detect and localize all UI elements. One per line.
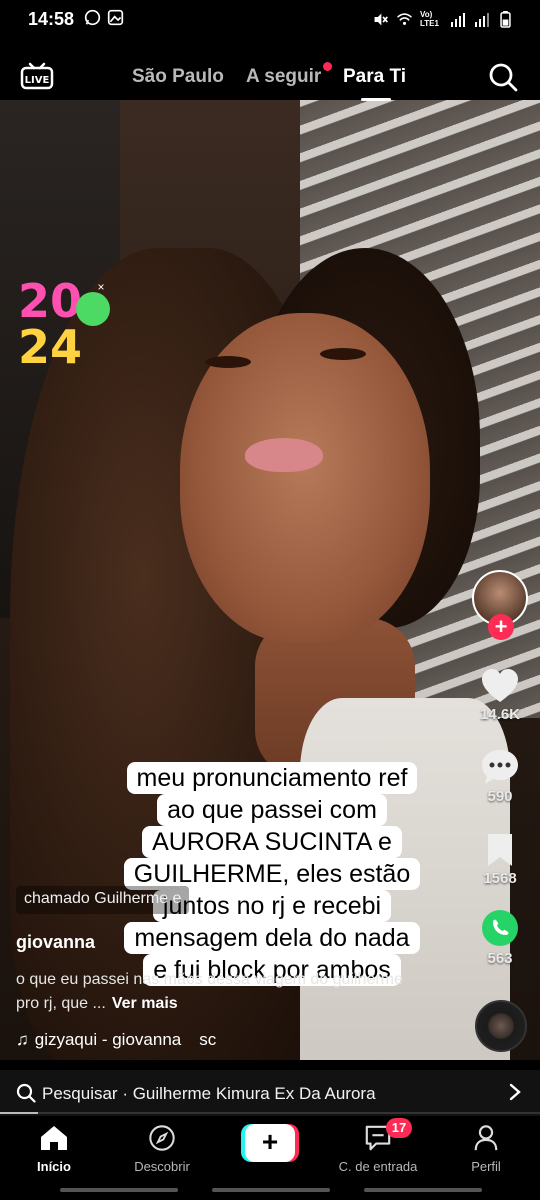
tab-for-you[interactable]: Para Ti [343,66,406,88]
nav-discover[interactable]: Descobrir [108,1124,216,1174]
tab-following[interactable]: A seguir [246,66,321,88]
whatsapp-share-icon [482,910,518,946]
status-right-icons: Vo) LTE1 [372,10,514,28]
save-action[interactable]: 1568 [460,832,540,887]
signal-icon [473,11,490,28]
music-note-icon: ♫ [16,1030,29,1049]
share-action[interactable]: 563 [460,908,540,967]
video-progress-bar[interactable] [0,1112,540,1114]
gesture-hint [364,1188,482,1192]
nav-profile-label: Perfil [471,1159,501,1174]
music-title: gizyaqui - giovanna [34,1030,182,1049]
nav-home-label: Início [37,1159,71,1174]
sticker-line-1: 20 [18,274,83,328]
wifi-icon [396,11,413,28]
mute-icon [372,11,389,28]
lips [245,438,323,472]
comment-action[interactable]: 590 [460,748,540,805]
caption-line: mensagem dela do nada [124,922,420,954]
save-count: 1568 [483,870,517,887]
create-button[interactable]: + [241,1124,299,1162]
see-more-link[interactable]: Ver mais [112,995,178,1012]
sticker-monster [76,292,110,326]
bottom-nav: Início Descobrir + 17 C. de entrada Perf… [0,1116,540,1180]
whatsapp-icon [84,9,101,26]
gesture-hint [60,1188,178,1192]
gesture-hint [212,1188,330,1192]
bookmark-icon [488,834,512,866]
live-label: LIVE [25,75,50,86]
video-text-overlay: meu pronunciamento ref ao que passei com… [104,762,440,986]
like-action[interactable]: 14.6K [460,668,540,723]
battery-icon [497,11,514,28]
gallery-icon [107,9,124,26]
search-suggestion-bar[interactable]: Pesquisar · Guilherme Kimura Ex Da Auror… [0,1070,540,1116]
status-left-icons [84,9,124,26]
music-title-overflow: sc [199,1030,217,1049]
tab-sao-paulo[interactable]: São Paulo [132,66,224,88]
nav-home[interactable]: Início [0,1124,108,1174]
following-notification-dot [323,62,332,71]
inbox-badge: 17 [386,1118,412,1138]
nav-profile[interactable]: Perfil [432,1124,540,1174]
compass-icon [149,1125,175,1151]
like-count: 14.6K [479,706,521,723]
description-text: o que eu passei nas mãos dessa viagem do… [16,971,403,1012]
home-icon [41,1126,67,1150]
nav-inbox-label: C. de entrada [338,1159,418,1174]
comment-icon [482,750,518,784]
follow-button[interactable]: + [488,614,514,640]
live-icon[interactable]: LIVE [20,60,54,90]
signal-icon [449,11,466,28]
caption-line: meu pronunciamento ref [126,762,418,794]
music-info[interactable]: ♫ gizyaqui - giovanna sc [16,1030,216,1050]
sticker-line-2: 24 [18,320,83,374]
creator-username[interactable]: giovanna [16,932,95,953]
search-tag-chip[interactable]: chamado Guilherme e [16,886,190,914]
plus-icon: + [245,1124,295,1162]
caption-line: ao que passei com [157,794,387,826]
system-gesture-bar [0,1180,540,1200]
share-count: 563 [487,950,513,967]
heart-icon [482,669,518,702]
comment-count: 590 [487,788,513,805]
nav-inbox[interactable]: 17 C. de entrada [324,1118,432,1174]
post-description[interactable]: o que eu passei nas mãos dessa viagem do… [16,968,416,1016]
active-tab-indicator [361,98,391,101]
year-sticker[interactable]: 20 24 × [18,274,110,386]
status-bar: 14:58 Vo) LTE1 [0,0,540,40]
caption-line: AURORA SUCINTA e [142,826,402,858]
search-icon [16,1083,36,1103]
music-disc[interactable] [475,1000,527,1052]
sticker-close-icon[interactable]: × [94,280,108,294]
profile-icon [474,1125,498,1151]
video-progress-fill [0,1112,38,1114]
volte-icon: Vo) LTE1 [420,10,439,28]
nav-discover-label: Descobrir [134,1159,190,1174]
search-suggestion-text: Pesquisar · Guilherme Kimura Ex Da Auror… [42,1084,376,1103]
chevron-right-icon [506,1082,524,1102]
right-eye [320,348,366,360]
left-eye [205,356,251,368]
search-icon[interactable] [488,62,518,92]
top-nav: LIVE São Paulo A seguir Para Ti [0,40,540,101]
status-time: 14:58 [28,9,75,29]
